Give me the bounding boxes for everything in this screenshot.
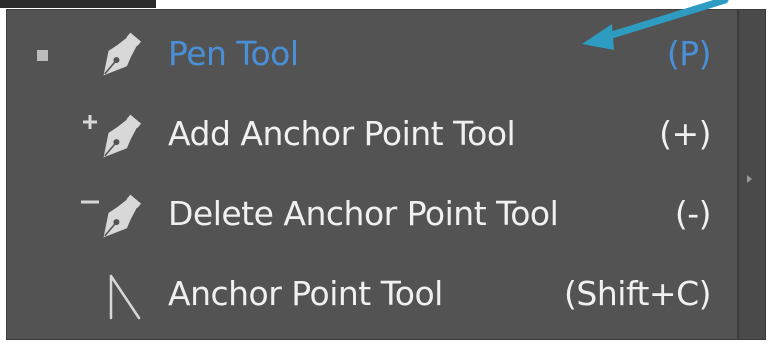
annotation-arrow-icon [582,0,729,50]
menu-item-label: Delete Anchor Point Tool [168,194,559,233]
delete-anchor-point-icon [81,194,142,238]
selected-tool-marker [37,50,48,61]
menu-item-label: Add Anchor Point Tool [168,114,516,153]
menu-item-shortcut: (-) [674,194,712,233]
screenshot-stage: Pen Tool (P) Add Anchor Point Tool (+) D… [0,0,770,348]
menu-item-shortcut: (+) [659,114,711,153]
menu-item-anchor-point-tool[interactable]: Anchor Point Tool (Shift+C) [7,256,739,336]
menu-item-delete-anchor-point-tool[interactable]: Delete Anchor Point Tool (-) [7,176,739,256]
background-strip [0,0,156,8]
anchor-point-icon [109,274,141,320]
chevron-right-icon [747,175,752,183]
menu-item-label: Anchor Point Tool [168,274,443,313]
add-anchor-point-icon [83,114,142,158]
menu-item-shortcut: (Shift+C) [564,274,711,313]
menu-item-add-anchor-point-tool[interactable]: Add Anchor Point Tool (+) [7,96,739,176]
menu-item-label: Pen Tool [168,34,299,73]
flyout-scrollbar[interactable] [738,9,766,340]
pen-icon [103,32,142,76]
